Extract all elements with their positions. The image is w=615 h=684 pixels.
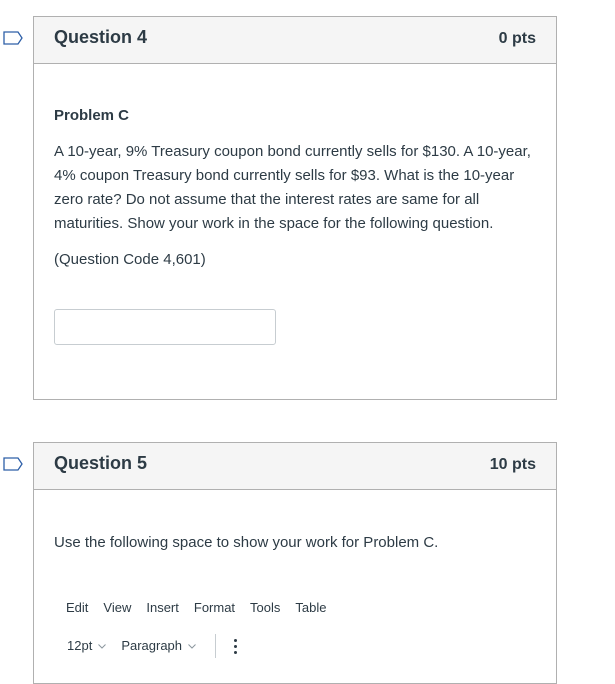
flag-question-5-icon[interactable] bbox=[3, 457, 23, 471]
question-4-title: Question 4 bbox=[54, 27, 148, 47]
question-4-card: Question 4 0 pts Problem C A 10-year, 9%… bbox=[33, 16, 557, 400]
menu-insert[interactable]: Insert bbox=[146, 596, 179, 620]
editor-toolbar: 12pt Paragraph bbox=[54, 633, 536, 659]
block-format-value: Paragraph bbox=[121, 638, 183, 653]
question-5-body: Use the following space to show your wor… bbox=[34, 531, 556, 659]
menu-edit[interactable]: Edit bbox=[66, 596, 88, 620]
flag-question-4-icon[interactable] bbox=[3, 31, 23, 45]
chevron-down-icon bbox=[188, 644, 196, 649]
question-5-points: 10 pts bbox=[489, 456, 536, 473]
question-4-body: Problem C A 10-year, 9% Treasury coupon … bbox=[34, 104, 556, 345]
question-5-title: Question 5 bbox=[54, 453, 148, 473]
toolbar-divider bbox=[215, 634, 217, 658]
menu-tools[interactable]: Tools bbox=[250, 596, 280, 620]
answer-input[interactable] bbox=[54, 309, 276, 345]
question-5-prompt: Use the following space to show your wor… bbox=[54, 534, 439, 551]
question-4-header: Question 4 0 pts bbox=[34, 17, 556, 64]
font-size-select[interactable]: 12pt bbox=[67, 634, 107, 658]
question-5-header: Question 5 10 pts bbox=[34, 443, 556, 490]
problem-text: A 10-year, 9% Treasury coupon bond curre… bbox=[54, 143, 531, 232]
editor-menubar: Edit View Insert Format Tools Table bbox=[54, 596, 536, 620]
block-format-select[interactable]: Paragraph bbox=[121, 634, 196, 658]
chevron-down-icon bbox=[98, 644, 107, 649]
menu-table[interactable]: Table bbox=[295, 596, 326, 620]
menu-view[interactable]: View bbox=[103, 596, 131, 620]
font-size-value: 12pt bbox=[67, 638, 93, 653]
more-vertical-icon[interactable] bbox=[234, 636, 238, 656]
question-4-points: 0 pts bbox=[498, 30, 536, 47]
menu-format[interactable]: Format bbox=[194, 596, 235, 620]
question-5-card: Question 5 10 pts Use the following spac… bbox=[33, 442, 557, 684]
question-code: (Question Code 4,601) bbox=[54, 251, 206, 268]
problem-title: Problem C bbox=[54, 107, 130, 124]
